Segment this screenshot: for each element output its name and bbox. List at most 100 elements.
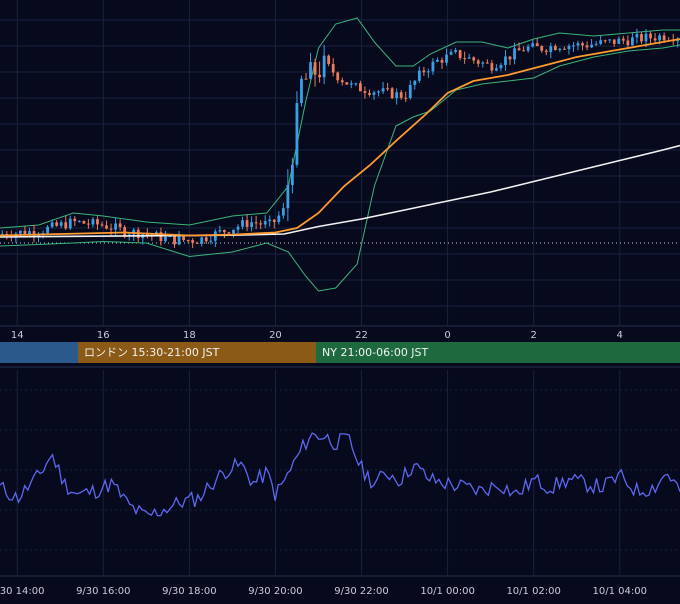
session-label-ny: NY 21:00-06:00 JST <box>322 346 429 359</box>
candle-body <box>55 222 59 226</box>
candle-body <box>59 222 63 226</box>
candle-body <box>327 55 331 64</box>
candle-body <box>331 63 335 73</box>
candle-body <box>658 35 661 41</box>
candle-body <box>118 223 122 228</box>
price-x-tick-label: 22 <box>355 330 368 341</box>
candle-body <box>254 222 258 224</box>
candle-body <box>236 226 240 230</box>
candle-body <box>649 33 652 39</box>
candle-body <box>594 43 598 45</box>
candle-body <box>223 230 226 233</box>
candle-body <box>77 221 81 223</box>
candle-body <box>585 45 589 48</box>
candle-body <box>458 50 462 59</box>
candle-body <box>599 40 603 44</box>
candle-body <box>431 61 435 72</box>
candle-body <box>263 221 267 225</box>
price-x-tick-label: 0 <box>444 330 450 341</box>
candle-body <box>417 70 421 81</box>
candle-body <box>277 215 281 222</box>
candle-body <box>227 232 231 234</box>
candle-body <box>313 62 317 75</box>
candle-body <box>526 46 530 51</box>
osc-x-tick-label: 9/30 18:00 <box>162 586 216 597</box>
candle-body <box>499 64 503 69</box>
candle-body <box>608 39 612 41</box>
session-bar-tokyo <box>0 342 78 363</box>
candle-body <box>250 222 253 227</box>
candle-body <box>105 225 108 229</box>
candle-body <box>644 33 648 42</box>
candle-body <box>544 50 548 52</box>
candle-body <box>109 228 113 230</box>
candle-body <box>386 88 389 90</box>
candle-body <box>209 240 213 242</box>
candle-body <box>300 78 303 104</box>
candle-body <box>259 223 263 225</box>
ma-short-line <box>0 38 680 237</box>
candle-body <box>304 78 308 80</box>
candle-body <box>472 57 476 61</box>
candle-body <box>408 84 412 98</box>
candle-body <box>186 240 190 242</box>
candle-body <box>363 91 367 94</box>
candle-body <box>377 91 380 93</box>
candle-body <box>354 83 358 85</box>
candle-body <box>268 219 272 222</box>
candle-body <box>653 38 657 41</box>
candle-body <box>200 237 204 244</box>
candle-body <box>46 226 49 234</box>
candle-body <box>245 220 249 227</box>
candle-body <box>123 227 127 236</box>
price-x-tick-label: 18 <box>183 330 196 341</box>
chart-stage: 14 16 18 20 22 0 2 4 9/30 14:00 9/30 16:00 9/30 18… <box>0 0 680 600</box>
osc-x-tick-label: 9/30 16:00 <box>76 586 130 597</box>
osc-x-tick-label: 10/1 02:00 <box>506 586 560 597</box>
candle-body <box>504 56 507 65</box>
candle-body <box>445 54 448 63</box>
candle-body <box>399 92 403 98</box>
candle-body <box>241 220 244 227</box>
osc-x-tick-label: 9/30 22:00 <box>334 586 388 597</box>
candle-body <box>182 236 185 241</box>
candle-body <box>626 40 630 46</box>
candle-body <box>372 92 376 95</box>
candle-body <box>553 46 557 51</box>
candle-body <box>368 93 371 95</box>
candle-body <box>340 80 344 83</box>
candle-body <box>204 237 208 242</box>
candle-body <box>481 62 485 64</box>
candle-body <box>449 51 453 55</box>
candle-body <box>82 221 86 224</box>
osc-x-tick-label: 9/30 20:00 <box>248 586 302 597</box>
candle-body <box>612 39 616 44</box>
candle-body <box>454 50 457 52</box>
price-x-tick-label: 4 <box>617 330 623 341</box>
candle-body <box>490 63 494 71</box>
candle-body <box>218 230 222 232</box>
candle-body <box>476 60 480 64</box>
candle-body <box>336 72 340 81</box>
candle-body <box>463 58 467 60</box>
candle-body <box>272 219 276 222</box>
candle-body <box>572 45 575 47</box>
candle-body <box>617 38 621 44</box>
candle-body <box>349 83 353 85</box>
candle-body <box>19 230 22 234</box>
session-bar-london: ロンドン 15:30-21:00 JST <box>78 342 316 363</box>
candle-body <box>91 219 95 225</box>
candle-body <box>535 43 539 47</box>
candle-body <box>508 56 512 60</box>
candle-body <box>549 46 553 52</box>
price-x-tick-label: 14 <box>11 330 24 341</box>
candle-body <box>440 59 444 63</box>
candle-body <box>404 97 408 99</box>
osc-x-tick-label: 10/1 00:00 <box>420 586 474 597</box>
candle-body <box>322 55 326 78</box>
price-x-tick-label: 20 <box>269 330 282 341</box>
session-label-london: ロンドン 15:30-21:00 JST <box>84 346 220 359</box>
candle-body <box>164 236 167 242</box>
candle-body <box>395 92 399 99</box>
candle-body <box>390 88 394 99</box>
